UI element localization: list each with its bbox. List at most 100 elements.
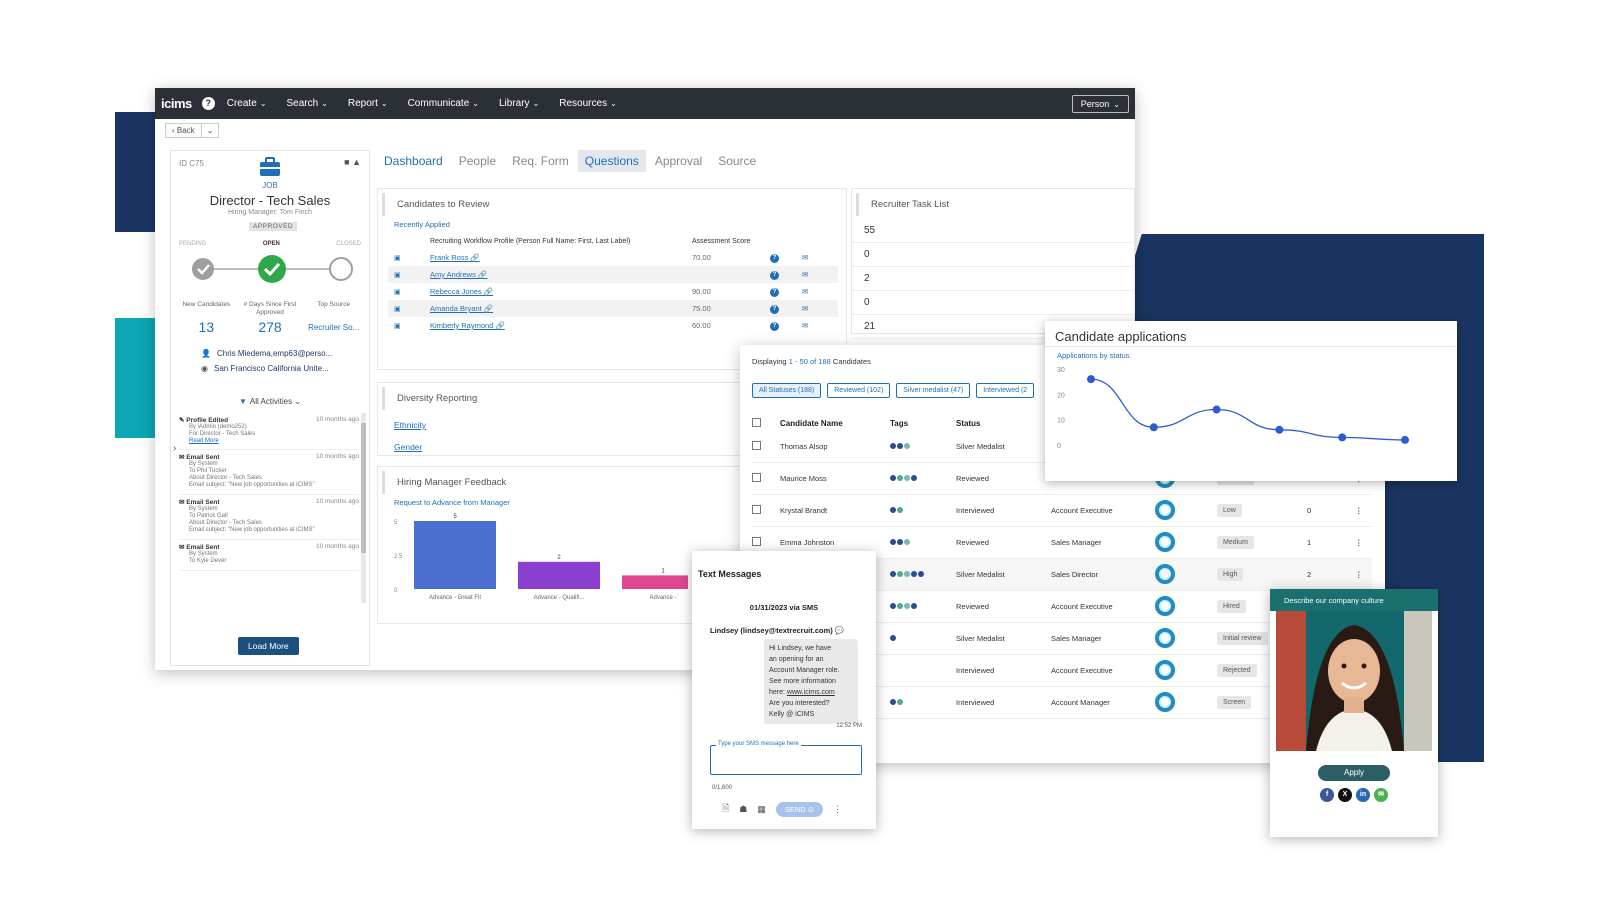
col-header-name[interactable]: Candidate Name <box>780 419 890 428</box>
linkedin-icon[interactable]: in <box>1356 788 1370 802</box>
question-icon[interactable]: ? <box>770 322 779 331</box>
x-twitter-icon[interactable]: X <box>1338 788 1352 802</box>
displaying-range[interactable]: 1 - 50 of 188 <box>789 357 831 366</box>
question-icon[interactable]: ? <box>770 254 779 263</box>
apply-button[interactable]: Apply <box>1318 765 1390 781</box>
row-checkbox[interactable] <box>752 473 780 484</box>
candidate-name-link[interactable]: Kimberly Raymond 🔗 <box>430 321 692 330</box>
tag-dot <box>904 475 910 481</box>
row-checkbox[interactable] <box>752 441 780 452</box>
task-row[interactable]: 0 <box>852 291 1134 315</box>
tab-req-form[interactable]: Req. Form <box>505 150 576 172</box>
question-cell: ? <box>770 320 802 331</box>
select-all-checkbox[interactable] <box>752 417 780 429</box>
calendar-icon[interactable]: ▦ <box>757 804 766 815</box>
tab-questions[interactable]: Questions <box>577 150 646 172</box>
data-point <box>1338 433 1347 442</box>
filter-reviewed[interactable]: Reviewed (102) <box>827 383 891 398</box>
candidate-name[interactable]: Thomas Alsop <box>780 442 890 451</box>
row-checkbox[interactable] <box>752 505 780 516</box>
profile-icon[interactable]: ▣ <box>388 254 430 262</box>
checkbox[interactable] <box>752 505 761 514</box>
load-more-button[interactable]: Load More <box>238 637 299 655</box>
candidate-name[interactable]: Maurice Moss <box>780 474 890 483</box>
question-icon[interactable]: ? <box>770 305 779 314</box>
candidate-name-link[interactable]: Rebecca Jones 🔗 <box>430 287 692 296</box>
filter-interviewed[interactable]: Interviewed (2 <box>976 383 1035 398</box>
more-options-icon[interactable]: ⋮ <box>1355 506 1371 515</box>
icims-logo[interactable]: icims <box>161 96 192 111</box>
email-icon[interactable]: ✉ <box>1374 788 1388 802</box>
candidate-name-link[interactable]: Amy Andrews 🔗 <box>430 270 692 279</box>
template-icon[interactable]: ☗ <box>739 804 747 815</box>
checkbox[interactable] <box>752 473 761 482</box>
tab-dashboard[interactable]: Dashboard <box>377 150 450 172</box>
profile-icon[interactable]: ▣ <box>388 271 430 279</box>
nav-communicate[interactable]: Communicate ⌄ <box>408 98 479 109</box>
sms-link[interactable]: www.icims.com <box>787 689 835 696</box>
filter-all-statuses[interactable]: All Statuses (188) <box>752 383 822 398</box>
print-icon[interactable]: ▲ <box>352 157 361 167</box>
send-button[interactable]: SEND ⊙ <box>775 801 824 817</box>
read-more-link[interactable]: Read More <box>189 438 359 444</box>
candidate-video-photo[interactable] <box>1276 611 1432 751</box>
contact-row[interactable]: 👤 Chris Miedema,emp63@perso... <box>201 349 332 358</box>
sms-message-input[interactable]: Type your SMS message here <box>710 741 862 775</box>
tab-source[interactable]: Source <box>711 150 763 172</box>
candidate-job-title: Sales Director <box>1051 570 1099 579</box>
question-icon[interactable]: ? <box>770 288 779 297</box>
checkbox[interactable] <box>752 537 761 546</box>
activity-title: ✉ Email Sent <box>179 499 220 506</box>
back-history-dropdown[interactable]: ⌄ <box>201 122 220 138</box>
profile-icon[interactable]: ▣ <box>388 322 430 330</box>
recruiter-task-list-card: Recruiter Task List 55 0 2 0 21 <box>851 188 1135 339</box>
scrollbar-thumb[interactable] <box>361 423 366 553</box>
recently-applied-link[interactable]: Recently Applied <box>394 220 846 229</box>
nav-resources[interactable]: Resources ⌄ <box>559 98 617 109</box>
task-row[interactable]: 2 <box>852 267 1134 291</box>
candidate-name[interactable]: Emma Johnston <box>780 538 890 547</box>
metric-new-candidates[interactable]: New Candidates 13 <box>175 301 238 335</box>
nav-library[interactable]: Library ⌄ <box>499 98 539 109</box>
tab-approval[interactable]: Approval <box>648 150 709 172</box>
activities-filter[interactable]: ▼ All Activities ⌄ <box>171 397 369 406</box>
candidate-name-link[interactable]: Amanda Bryant 🔗 <box>430 304 692 313</box>
person-dropdown[interactable]: Person ⌄ <box>1071 94 1129 113</box>
more-options-icon[interactable]: ⋮ <box>1355 570 1371 579</box>
question-icon[interactable]: ? <box>770 271 779 280</box>
applications-by-status-link[interactable]: Applications by status <box>1057 351 1130 360</box>
profile-icon[interactable]: ▣ <box>388 305 430 313</box>
email-icon[interactable]: ✉ <box>802 304 832 313</box>
copy-icon[interactable]: ■ <box>344 157 349 167</box>
tab-people[interactable]: People <box>452 150 503 172</box>
expand-sidebar-icon[interactable]: › <box>173 443 176 454</box>
col-header-tags[interactable]: Tags <box>890 419 956 428</box>
email-icon[interactable]: ✉ <box>802 253 832 262</box>
candidate-name[interactable]: Krystal Brandt <box>780 506 890 515</box>
task-row[interactable]: 0 <box>852 243 1134 267</box>
candidate-status: Interviewed <box>956 506 995 515</box>
profile-icon[interactable]: ▣ <box>388 288 430 296</box>
email-icon[interactable]: ✉ <box>802 321 832 330</box>
checkbox[interactable] <box>752 441 761 450</box>
back-button[interactable]: ‹ Back <box>165 122 202 138</box>
facebook-icon[interactable]: f <box>1320 788 1334 802</box>
nav-create[interactable]: Create ⌄ <box>227 98 267 109</box>
filter-silver-medalist[interactable]: Silver medalist (47) <box>896 383 971 398</box>
row-checkbox[interactable] <box>752 537 780 548</box>
sms-line: Hi Lindsey, we have <box>769 645 832 652</box>
activity-scrollbar[interactable] <box>361 413 366 603</box>
more-options-icon[interactable]: ⋮ <box>1355 538 1371 547</box>
nav-report[interactable]: Report ⌄ <box>348 98 388 109</box>
location-pin-icon: ◉ <box>201 364 208 373</box>
email-icon[interactable]: ✉ <box>802 287 832 296</box>
attach-file-icon[interactable]: 🗎 <box>722 801 729 817</box>
woman-portrait-illustration <box>1276 611 1432 751</box>
candidate-name-link[interactable]: Frank Ross 🔗 <box>430 253 692 262</box>
more-options-icon[interactable]: ⋮ <box>833 804 842 815</box>
task-row[interactable]: 55 <box>852 219 1134 243</box>
nav-search[interactable]: Search ⌄ <box>286 98 327 109</box>
email-icon[interactable]: ✉ <box>802 270 832 279</box>
col-header-status[interactable]: Status <box>956 419 1051 428</box>
help-icon[interactable]: ? <box>201 97 215 110</box>
